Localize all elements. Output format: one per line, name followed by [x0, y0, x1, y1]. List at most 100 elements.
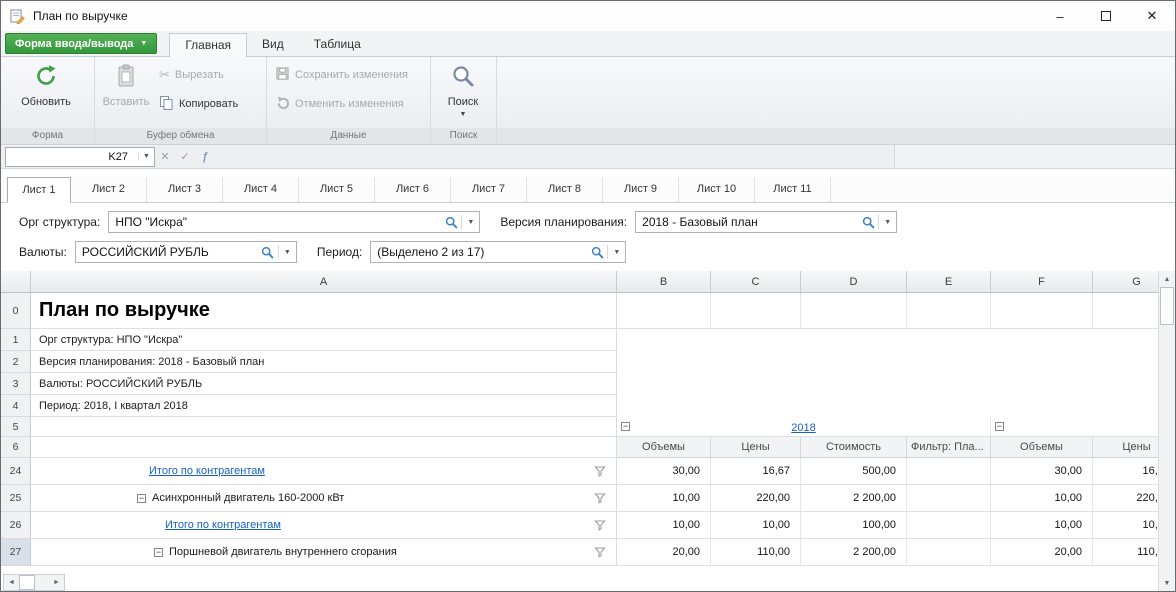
cell[interactable]: 10,00	[1093, 512, 1158, 539]
maximize-button[interactable]	[1083, 1, 1129, 31]
column-header-a[interactable]: A	[31, 271, 617, 293]
scroll-right-button[interactable]: ►	[49, 575, 64, 590]
cell[interactable]	[907, 293, 991, 329]
namebox-dropdown-icon[interactable]: ▼	[138, 153, 154, 160]
cell-name-box[interactable]: K27 ▼	[5, 147, 155, 167]
filter-funnel-icon[interactable]	[594, 520, 606, 531]
collapse-minus-icon[interactable]: −	[995, 422, 1004, 431]
scroll-left-button[interactable]: ◄	[4, 575, 19, 590]
cell[interactable]: 10,00	[991, 512, 1093, 539]
sheet-tab-11[interactable]: Лист 11	[755, 177, 831, 202]
row-header[interactable]: 25	[1, 485, 31, 512]
sheet-tab-9[interactable]: Лист 9	[603, 177, 679, 202]
horizontal-scroll-thumb[interactable]	[19, 575, 35, 590]
cell[interactable]	[711, 293, 801, 329]
cell[interactable]	[991, 293, 1093, 329]
row-header[interactable]: 24	[1, 458, 31, 485]
filter-funnel-icon[interactable]	[594, 493, 606, 504]
scroll-down-button[interactable]: ▼	[1159, 575, 1175, 591]
cut-button[interactable]: ✂ Вырезать	[154, 64, 260, 86]
cell[interactable]	[31, 417, 617, 437]
close-button[interactable]: ✕	[1129, 1, 1175, 31]
horizontal-scrollbar[interactable]: ◄ ►	[3, 574, 65, 591]
cell[interactable]: 10,00	[617, 512, 711, 539]
minimize-button[interactable]: –	[1037, 1, 1083, 31]
vertical-scrollbar[interactable]: ▲ ▼	[1158, 271, 1175, 591]
subheader-filter[interactable]: Фильтр: Пла...	[907, 437, 991, 458]
confirm-entry-button[interactable]: ✓	[175, 150, 195, 163]
vertical-scroll-thumb[interactable]	[1160, 287, 1174, 325]
refresh-button[interactable]: Обновить	[4, 60, 88, 108]
cell[interactable]: 10,00	[991, 485, 1093, 512]
label-cell[interactable]: − Асинхронный двигатель 160-2000 кВт	[31, 485, 617, 512]
info-cell[interactable]: Период: 2018, I квартал 2018	[31, 395, 617, 417]
cell[interactable]: 2 200,00	[801, 539, 907, 566]
row-header[interactable]: 1	[1, 329, 31, 351]
cancel-entry-button[interactable]: ✕	[155, 150, 175, 163]
org-structure-field[interactable]: НПО "Искра" ▼	[108, 211, 480, 233]
cell[interactable]: 100,00	[801, 512, 907, 539]
cell[interactable]	[907, 485, 991, 512]
form-io-menu-button[interactable]: Форма ввода/вывода ▼	[5, 33, 157, 54]
search-icon[interactable]	[258, 246, 278, 259]
tab-glavnaya[interactable]: Главная	[169, 33, 247, 57]
column-header-e[interactable]: E	[907, 271, 991, 293]
subheader-prices[interactable]: Цены	[1093, 437, 1158, 458]
cell[interactable]: 20,00	[991, 539, 1093, 566]
dropdown-arrow-icon[interactable]: ▼	[279, 249, 296, 256]
cell[interactable]: 500,00	[801, 458, 907, 485]
copy-button[interactable]: Копировать	[154, 93, 260, 115]
collapse-minus-icon[interactable]: −	[137, 494, 146, 503]
cell[interactable]: 110,00	[711, 539, 801, 566]
year-2018-link[interactable]: 2018	[791, 422, 815, 434]
tab-vid[interactable]: Вид	[247, 33, 299, 56]
sheet-tab-4[interactable]: Лист 4	[223, 177, 299, 202]
cell[interactable]: 220,00	[711, 485, 801, 512]
plan-version-field[interactable]: 2018 - Базовый план ▼	[635, 211, 897, 233]
totals-link[interactable]: Итого по контрагентам	[165, 519, 281, 531]
cell[interactable]	[907, 512, 991, 539]
horizontal-scroll-track[interactable]	[35, 575, 49, 590]
cell[interactable]: 10,00	[711, 512, 801, 539]
dropdown-arrow-icon[interactable]: ▼	[462, 219, 479, 226]
filter-funnel-icon[interactable]	[594, 547, 606, 558]
cell[interactable]	[801, 293, 907, 329]
label-cell[interactable]: Итого по контрагентам	[31, 458, 617, 485]
column-header-c[interactable]: C	[711, 271, 801, 293]
sheet-tab-10[interactable]: Лист 10	[679, 177, 755, 202]
subheader-volumes[interactable]: Объемы	[991, 437, 1093, 458]
column-header-b[interactable]: B	[617, 271, 711, 293]
sheet-tab-7[interactable]: Лист 7	[451, 177, 527, 202]
currency-field[interactable]: РОССИЙСКИЙ РУБЛЬ ▼	[75, 241, 297, 263]
row-header-selected[interactable]: 27	[1, 539, 31, 566]
insert-function-button[interactable]: ƒ	[195, 151, 215, 163]
subheader-cost[interactable]: Стоимость	[801, 437, 907, 458]
grid-select-all-corner[interactable]	[1, 271, 31, 293]
report-title-cell[interactable]: План по выручке	[31, 293, 617, 329]
info-cell[interactable]: Орг структура: НПО "Искра"	[31, 329, 617, 351]
sheet-tab-6[interactable]: Лист 6	[375, 177, 451, 202]
row-header[interactable]: 2	[1, 351, 31, 373]
cell[interactable]: 10,00	[617, 485, 711, 512]
tab-tablitsa[interactable]: Таблица	[299, 33, 376, 56]
totals-link[interactable]: Итого по контрагентам	[149, 465, 265, 477]
cell[interactable]	[1093, 293, 1158, 329]
dropdown-arrow-icon[interactable]: ▼	[608, 249, 625, 256]
search-button[interactable]: Поиск ▼	[434, 60, 492, 118]
cell[interactable]: 16,67	[1093, 458, 1158, 485]
row-header[interactable]: 4	[1, 395, 31, 417]
cell[interactable]: 2 200,00	[801, 485, 907, 512]
column-header-g[interactable]: G	[1093, 271, 1158, 293]
cell[interactable]	[907, 539, 991, 566]
cell[interactable]	[617, 293, 711, 329]
row-header[interactable]: 3	[1, 373, 31, 395]
dropdown-arrow-icon[interactable]: ▼	[879, 219, 896, 226]
cell[interactable]: 110,00	[1093, 539, 1158, 566]
undo-changes-button[interactable]: Отменить изменения	[270, 93, 426, 115]
cell[interactable]	[907, 458, 991, 485]
column-header-d[interactable]: D	[801, 271, 907, 293]
collapse-minus-icon[interactable]: −	[154, 548, 163, 557]
row-header[interactable]: 6	[1, 437, 31, 458]
cell[interactable]: 30,00	[991, 458, 1093, 485]
sheet-tab-5[interactable]: Лист 5	[299, 177, 375, 202]
